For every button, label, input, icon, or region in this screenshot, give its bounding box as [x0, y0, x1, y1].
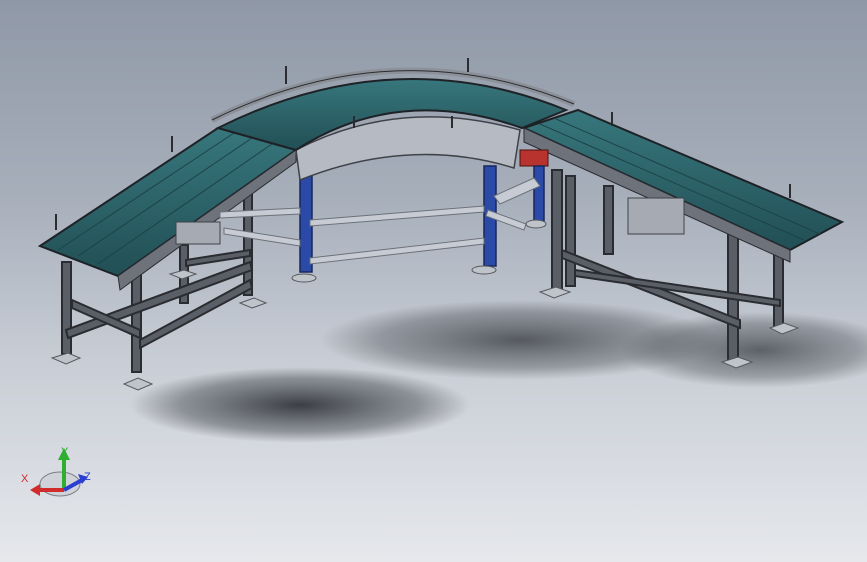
triad-y-label: Y: [61, 446, 69, 458]
triad-x-label: X: [21, 473, 29, 485]
left-conveyor-motor: [175, 221, 221, 245]
left-conveyor[interactable]: [37, 126, 299, 391]
conveyor-scene[interactable]: [0, 0, 867, 562]
axis-triad: X Y Z: [21, 446, 91, 497]
cad-viewport[interactable]: X Y Z: [0, 0, 867, 562]
triad-z-label: Z: [84, 471, 91, 483]
right-conveyor-red-coupling: [519, 149, 549, 167]
right-conveyor-motor: [627, 197, 685, 235]
triad-x-arrow: [30, 484, 40, 496]
ground-shadow: [130, 300, 867, 443]
